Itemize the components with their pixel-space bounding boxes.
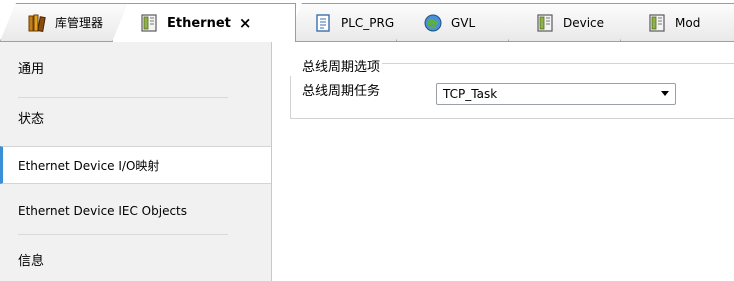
nav-item-general[interactable]: 通用 (0, 50, 271, 84)
tab-mod[interactable]: Mod (620, 3, 734, 41)
settings-content: 总线周期选项 总线周期任务 TCP_Task (272, 42, 734, 281)
select-value: TCP_Task (443, 87, 498, 101)
nav-item-status[interactable]: 状态 (0, 100, 271, 134)
editor-nav-panel: 通用 状态 Ethernet Device I/O映射 Ethernet Dev… (0, 42, 272, 281)
nav-item-label: Ethernet Device IEC Objects (18, 204, 188, 218)
nav-item-label: 状态 (18, 111, 45, 127)
document-icon (316, 13, 330, 32)
nav-item-label: 信息 (18, 253, 45, 269)
group-border (290, 118, 734, 119)
library-icon (28, 14, 46, 32)
tab-library-manager[interactable]: 库管理器 (0, 3, 134, 41)
globe-icon (424, 14, 442, 31)
close-icon[interactable]: × (239, 14, 252, 32)
chevron-down-icon (661, 91, 669, 96)
tab-label: Device (563, 15, 605, 30)
nav-divider (18, 97, 228, 98)
nav-item-iec-objects[interactable]: Ethernet Device IEC Objects (0, 194, 271, 228)
bus-cycle-group-title: 总线周期选项 (302, 56, 383, 75)
bus-cycle-task-label: 总线周期任务 (302, 84, 381, 99)
group-border (378, 63, 734, 64)
group-border (290, 76, 291, 118)
nav-item-io-mapping[interactable]: Ethernet Device I/O映射 (0, 146, 271, 184)
nav-item-info[interactable]: 信息 (0, 242, 271, 276)
tab-label: GVL (451, 15, 476, 30)
tab-label: Mod (675, 15, 701, 30)
nav-item-label: 通用 (18, 61, 45, 77)
device-icon (537, 13, 553, 32)
tab-plc-prg[interactable]: PLC_PRG (286, 3, 418, 41)
tab-label: Ethernet (167, 15, 231, 31)
tab-ethernet[interactable]: Ethernet × (112, 3, 296, 42)
device-icon (649, 13, 665, 32)
bus-cycle-task-select[interactable]: TCP_Task (436, 83, 676, 105)
tab-label: 库管理器 (55, 16, 104, 30)
nav-divider (18, 234, 228, 235)
nav-item-label: Ethernet Device I/O映射 (18, 158, 160, 173)
editor-tab-bar: 库管理器 Ethernet × PLC_PRG GVL Device Mod (0, 0, 734, 42)
tab-gvl[interactable]: GVL (396, 3, 528, 41)
tab-label: PLC_PRG (341, 15, 395, 30)
tab-device[interactable]: Device (508, 3, 640, 41)
device-icon (141, 14, 157, 32)
